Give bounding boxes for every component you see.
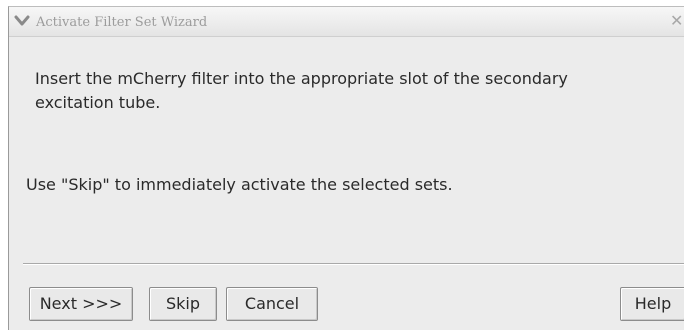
instruction-text-line-1: Insert the mCherry filter into the appro… (35, 69, 568, 88)
cancel-button[interactable]: Cancel (226, 287, 318, 321)
help-button[interactable]: Help (620, 287, 684, 321)
chevron-down-icon[interactable] (14, 13, 30, 29)
button-separator (23, 263, 684, 265)
instruction-text-line-2: excitation tube. (35, 93, 161, 112)
skip-button[interactable]: Skip (149, 287, 217, 321)
skip-hint-text: Use "Skip" to immediately activate the s… (26, 175, 453, 194)
close-icon[interactable]: ✕ (670, 12, 684, 30)
wizard-dialog: Activate Filter Set Wizard ✕ Insert the … (8, 6, 684, 330)
window-title: Activate Filter Set Wizard (36, 15, 208, 30)
title-bar[interactable]: Activate Filter Set Wizard ✕ (9, 7, 684, 37)
next-button[interactable]: Next >>> (29, 287, 133, 321)
